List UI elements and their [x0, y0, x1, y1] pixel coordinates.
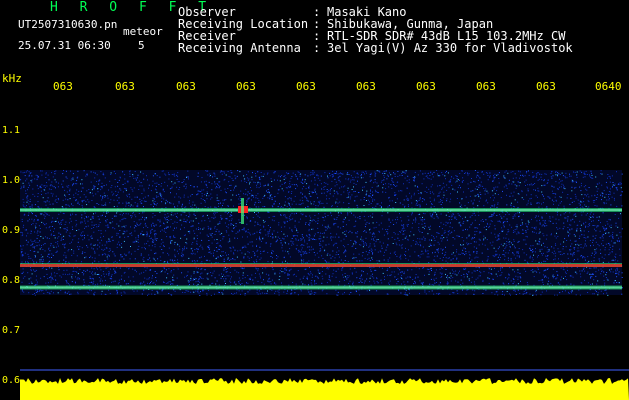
- y-tick-label: 1.1: [2, 125, 21, 136]
- signal-peak-line: [20, 264, 622, 267]
- antenna-value: 3el Yagi(V) Az 330 for Vladivostok: [327, 41, 573, 55]
- x-tick-label: 0640: [595, 80, 622, 93]
- x-tick-label: 063: [416, 80, 436, 93]
- noise-band: [20, 170, 622, 295]
- x-tick-label: 063: [296, 80, 316, 93]
- antenna-sep: :: [313, 41, 321, 55]
- y-tick-label: 0.9: [2, 225, 21, 236]
- y-tick-label: 0.6: [2, 375, 21, 386]
- detection-label: meteor: [123, 25, 163, 38]
- y-axis-unit: kHz: [2, 72, 22, 85]
- date-time: 25.07.31 06:30: [18, 39, 111, 52]
- file-name: UT2507310630.pn: [18, 18, 118, 31]
- power-trace: [20, 378, 629, 400]
- spectrogram-canvas: [20, 170, 629, 400]
- meteor-count: 5: [138, 39, 145, 52]
- x-tick-label: 063: [176, 80, 196, 93]
- x-tick-label: 063: [476, 80, 496, 93]
- antenna-label: Receiving Antenna: [178, 41, 301, 55]
- x-tick-label: 063: [115, 80, 135, 93]
- signal-core-line: [20, 209, 622, 211]
- x-tick-label: 063: [356, 80, 376, 93]
- x-tick-label: 063: [536, 80, 556, 93]
- spectrogram-window: H R O F F T UT2507310630.pn meteor 25.07…: [0, 0, 629, 400]
- x-tick-label: 063: [236, 80, 256, 93]
- y-tick-label: 0.7: [2, 325, 21, 336]
- x-tick-label: 063: [53, 80, 73, 93]
- signal-core-line: [20, 286, 622, 289]
- y-tick-label: 1.0: [2, 175, 21, 186]
- meteor-trail: [241, 198, 244, 224]
- y-tick-label: 0.8: [2, 275, 21, 286]
